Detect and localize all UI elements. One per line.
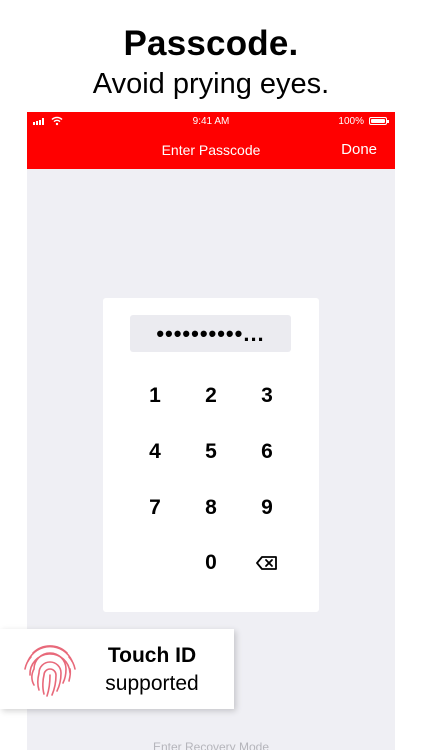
key-0[interactable]: 0	[187, 543, 235, 583]
passcode-field[interactable]: ••••••••••...	[130, 315, 291, 352]
battery-percent: 100%	[338, 116, 364, 127]
nav-bar: Enter Passcode Done	[27, 131, 395, 169]
key-1[interactable]: 1	[131, 376, 179, 416]
key-5[interactable]: 5	[187, 432, 235, 472]
touch-id-badge: Touch ID supported	[0, 629, 234, 709]
fingerprint-icon	[24, 645, 76, 697]
keypad-card: ••••••••••... 1 2 3 4 5 6 7 8 9 0	[103, 298, 319, 612]
promo-screenshot: Passcode. Avoid prying eyes. 9:41 AM 100…	[0, 0, 422, 750]
battery-icon	[369, 117, 389, 125]
touch-id-subtitle: supported	[105, 672, 199, 695]
touch-id-title: Touch ID	[107, 644, 197, 667]
key-7[interactable]: 7	[131, 488, 179, 528]
battery-fill	[371, 119, 385, 123]
status-bar: 9:41 AM 100%	[27, 112, 395, 131]
delete-key[interactable]	[243, 543, 291, 583]
promo-subline: Avoid prying eyes.	[92, 68, 330, 100]
key-4[interactable]: 4	[131, 432, 179, 472]
backspace-icon	[256, 556, 277, 571]
key-9[interactable]: 9	[243, 488, 291, 528]
nav-title: Enter Passcode	[161, 142, 261, 158]
done-button[interactable]: Done	[341, 141, 377, 158]
key-8[interactable]: 8	[187, 488, 235, 528]
key-2[interactable]: 2	[187, 376, 235, 416]
promo-headline: Passcode.	[123, 24, 299, 63]
key-6[interactable]: 6	[243, 432, 291, 472]
key-3[interactable]: 3	[243, 376, 291, 416]
recovery-mode-link[interactable]: Enter Recovery Mode	[27, 740, 395, 750]
